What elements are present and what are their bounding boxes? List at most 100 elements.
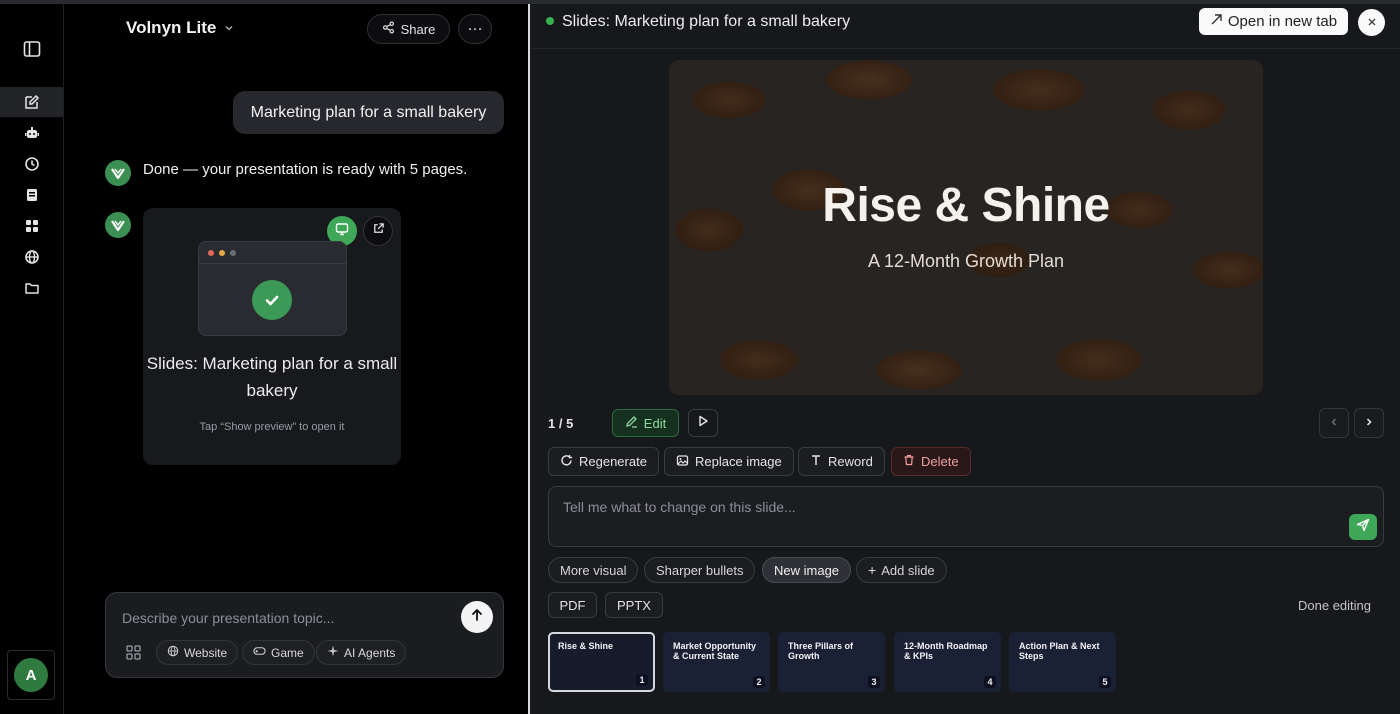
slide-canvas: Rise & Shine A 12-Month Growth Plan <box>669 60 1263 395</box>
thumbnail-number: 1 <box>636 674 648 686</box>
trash-icon <box>903 454 915 469</box>
more-icon: … <box>467 17 483 34</box>
thumbnail-number: 3 <box>868 676 880 688</box>
history-button[interactable] <box>0 149 63 179</box>
library-button[interactable] <box>0 180 63 210</box>
export-pdf-button[interactable]: PDF <box>548 592 597 618</box>
close-preview-button[interactable] <box>1358 9 1385 36</box>
suggestion-more-visual[interactable]: More visual <box>548 557 639 583</box>
chip-game[interactable]: Game <box>242 640 315 665</box>
chat-panel: Volnyn Lite Share … Marketing plan for a… <box>64 4 529 714</box>
suggestion-sharper-bullets[interactable]: Sharper bullets <box>644 557 756 583</box>
globe-icon <box>24 249 40 265</box>
more-options-button[interactable]: … <box>458 14 492 44</box>
preview-title: Slides: Marketing plan for a small baker… <box>562 13 851 30</box>
clock-icon <box>24 156 40 172</box>
card-title: Slides: Marketing plan for a small baker… <box>146 354 398 400</box>
tools-grid-button[interactable] <box>126 645 141 665</box>
slide-thumbnail[interactable]: 12-Month Roadmap & KPIs 4 <box>894 632 1001 692</box>
chip-label: Game <box>271 645 304 660</box>
status-dot <box>546 17 554 25</box>
refresh-icon <box>560 454 573 470</box>
external-link-icon <box>372 222 385 240</box>
icon-rail: A <box>0 4 64 714</box>
user-message: Marketing plan for a small bakery <box>233 91 504 134</box>
composer-input[interactable]: Describe your presentation topic... <box>122 610 334 626</box>
folder-icon <box>24 280 40 296</box>
chip-label: AI Agents <box>344 645 396 660</box>
reword-label: Reword <box>828 454 873 469</box>
arrow-up-icon <box>470 608 484 627</box>
suggestion-label: Sharper bullets <box>656 562 744 578</box>
send-edit-button[interactable] <box>1349 514 1377 540</box>
card-hint: Tap “Show preview” to open it <box>199 421 345 433</box>
chip-ai-agents[interactable]: AI Agents <box>316 640 407 665</box>
checkmark-icon <box>252 280 292 320</box>
edit-label: Edit <box>643 415 667 431</box>
present-button[interactable] <box>688 409 718 437</box>
next-slide-button[interactable] <box>1354 408 1384 438</box>
preview-window-illustration <box>198 241 347 336</box>
open-in-new-tab-button[interactable]: Open in new tab <box>1199 8 1348 35</box>
assistant-logo-icon <box>105 212 131 238</box>
edit-slide-button[interactable]: Edit <box>612 409 679 437</box>
thumbnail-title: Rise & Shine <box>558 641 614 651</box>
close-icon <box>1367 14 1377 32</box>
new-chat-button[interactable] <box>0 87 63 117</box>
previous-slide-button[interactable] <box>1319 408 1349 438</box>
add-slide-button[interactable]: + Add slide <box>856 557 947 583</box>
plus-icon: + <box>868 562 877 578</box>
apps-button[interactable] <box>0 211 63 241</box>
slide-thumbnail[interactable]: Three Pillars of Growth 3 <box>778 632 885 692</box>
pencil-icon <box>625 415 638 431</box>
play-icon <box>697 414 709 432</box>
sidebar-toggle-icon <box>23 40 41 58</box>
slide-thumbnail[interactable]: Rise & Shine 1 <box>548 632 655 692</box>
chip-label: Website <box>184 645 228 660</box>
chevron-right-icon <box>1364 414 1374 432</box>
user-avatar-button[interactable]: A <box>7 650 55 700</box>
regenerate-label: Regenerate <box>579 454 647 469</box>
agents-button[interactable] <box>0 118 63 148</box>
open-external-button[interactable] <box>363 216 393 246</box>
thumbnail-title: 12-Month Roadmap & KPIs <box>904 641 988 661</box>
slide-thumbnail[interactable]: Action Plan & Next Steps 5 <box>1009 632 1116 692</box>
thumbnail-title: Action Plan & Next Steps <box>1019 641 1100 661</box>
book-icon <box>24 187 40 203</box>
delete-slide-button[interactable]: Delete <box>891 447 971 476</box>
chip-website[interactable]: Website <box>156 640 239 665</box>
slides-preview-panel: Slides: Marketing plan for a small baker… <box>530 4 1400 714</box>
presentation-card[interactable]: Slides: Marketing plan for a small baker… <box>143 208 401 465</box>
suggestion-label: New image <box>774 562 840 578</box>
chevron-down-icon <box>224 18 234 38</box>
slide-edit-box[interactable]: Tell me what to change on this slide... <box>548 486 1384 547</box>
regenerate-button[interactable]: Regenerate <box>548 447 659 476</box>
export-pptx-button[interactable]: PPTX <box>605 592 663 618</box>
monitor-icon <box>335 222 349 241</box>
chat-composer: Describe your presentation topic... Webs… <box>105 592 504 678</box>
send-icon <box>1356 518 1370 537</box>
sidebar-toggle-button[interactable] <box>0 34 63 64</box>
slide-edit-input[interactable]: Tell me what to change on this slide... <box>563 499 796 515</box>
apps-grid-icon <box>126 645 141 664</box>
thumbnail-title: Three Pillars of Growth <box>788 641 854 661</box>
slide-subtitle: A 12-Month Growth Plan <box>867 251 1065 271</box>
suggestion-label: Add slide <box>881 562 935 578</box>
reword-button[interactable]: Reword <box>798 447 885 476</box>
slide-thumbnail[interactable]: Market Opportunity & Current State 2 <box>663 632 770 692</box>
share-button[interactable]: Share <box>367 14 450 44</box>
share-label: Share <box>400 21 436 37</box>
explore-button[interactable] <box>0 242 63 272</box>
suggestion-label: More visual <box>560 562 627 578</box>
share-icon <box>382 21 395 37</box>
send-button[interactable] <box>461 601 493 633</box>
replace-image-button[interactable]: Replace image <box>664 447 794 476</box>
model-selector[interactable]: Volnyn Lite <box>126 18 234 38</box>
suggestion-new-image[interactable]: New image <box>762 557 852 583</box>
replace-image-label: Replace image <box>695 454 782 469</box>
done-editing-button[interactable]: Done editing <box>1298 598 1371 613</box>
arrow-up-right-icon <box>1210 13 1223 30</box>
grid-icon <box>24 218 40 234</box>
folders-button[interactable] <box>0 273 63 303</box>
open-in-new-tab-label: Open in new tab <box>1227 13 1338 30</box>
